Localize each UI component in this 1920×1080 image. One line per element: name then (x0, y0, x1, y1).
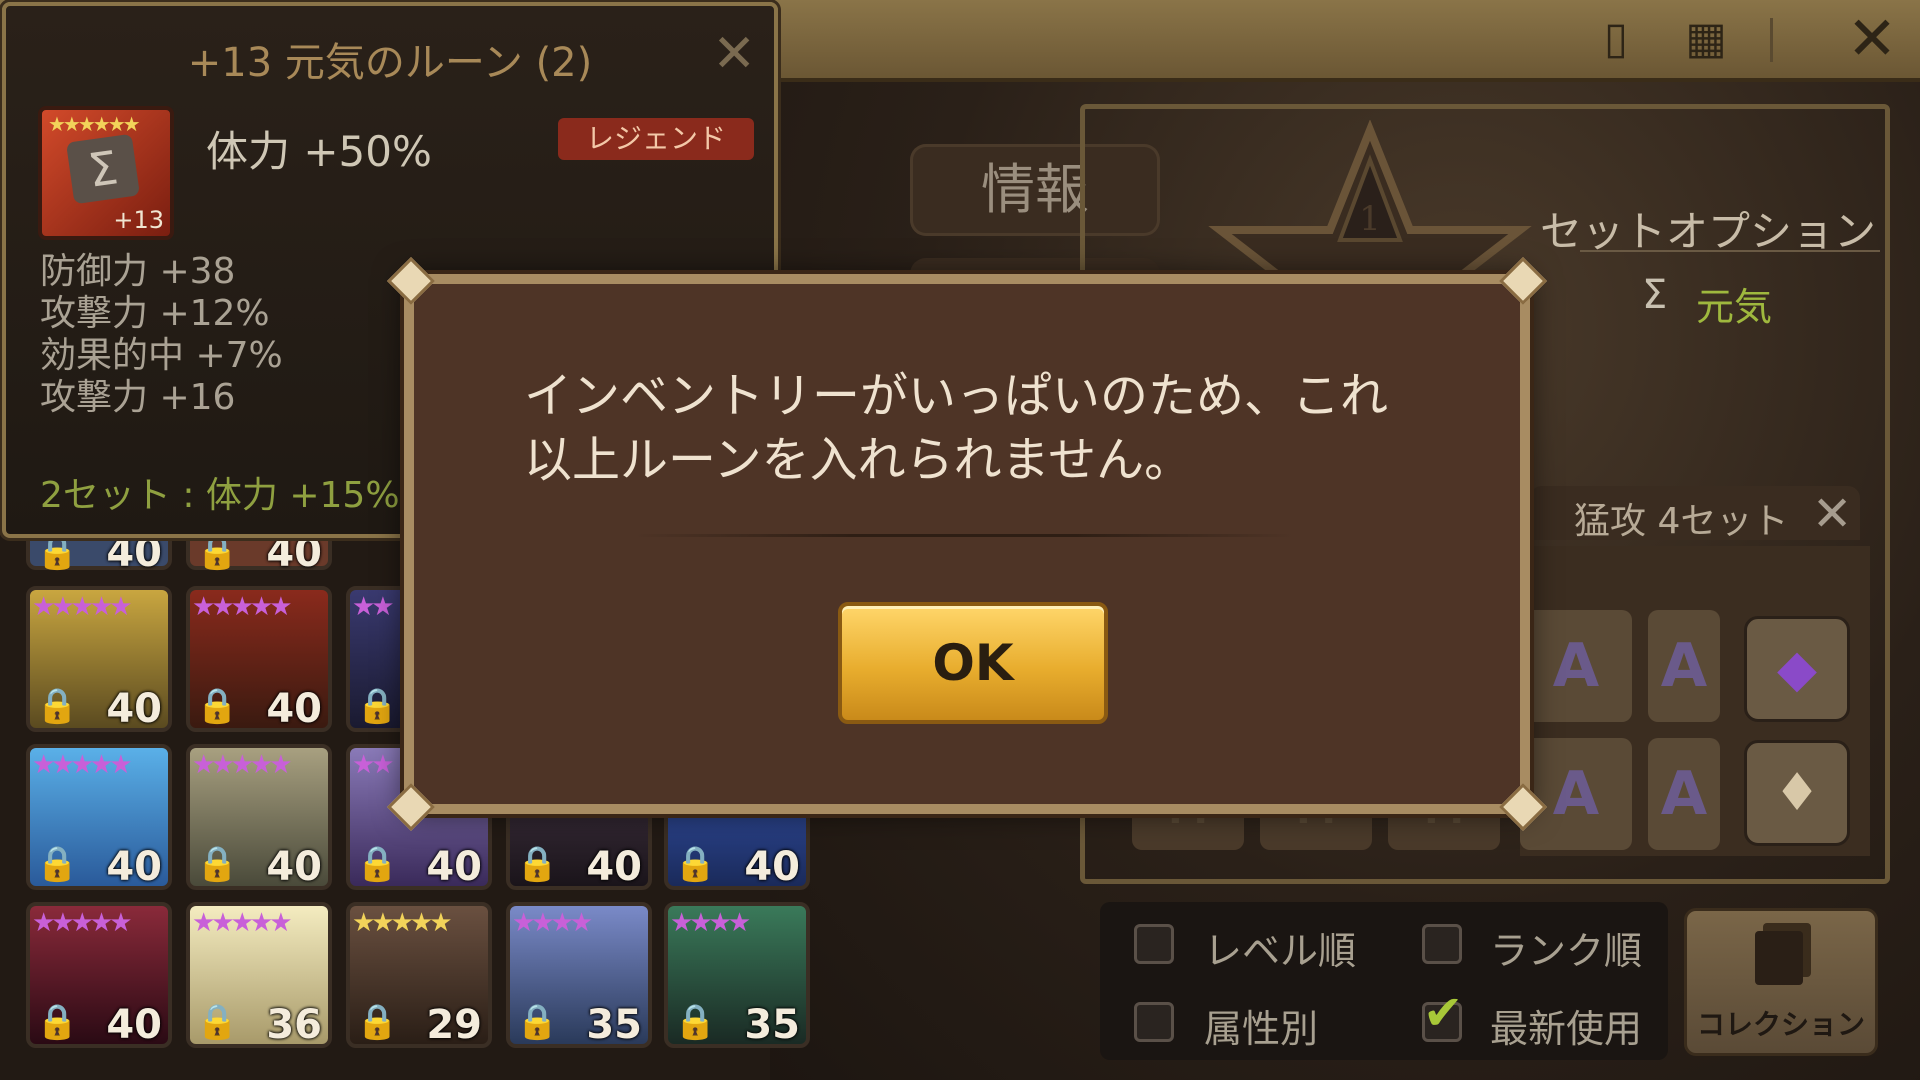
rune-set-bonus: 2セット : 体力 +15% (40, 475, 400, 516)
monster-level: 40 (106, 686, 162, 732)
lock-icon: 🔒 (674, 1002, 717, 1042)
rune-title: +13 元気のルーン (2) (187, 40, 593, 86)
monster-stars: ★★★★★ (192, 592, 293, 622)
energy-rune-glyph-icon: Σ (66, 133, 140, 205)
dialog-message-line: インベントリーがいっぱいのため、これ (524, 368, 1389, 424)
rune-slot-a[interactable]: A (1648, 610, 1720, 722)
monster-card[interactable]: ★★★★ 🔒 35 (664, 902, 810, 1048)
monster-stars: ★★★★★ (192, 908, 293, 938)
rune-stars: ★★★★★★ (48, 112, 141, 136)
svg-text:1: 1 (1359, 199, 1381, 239)
monster-stars: ★★★★★ (32, 750, 133, 780)
lock-icon: 🔒 (36, 686, 79, 726)
ok-button[interactable]: OK (838, 602, 1108, 724)
monster-card[interactable]: ★★★★ 🔒 35 (506, 902, 652, 1048)
rune-bag-icon[interactable]: ♦ (1744, 740, 1850, 846)
dialog-message: インベントリーがいっぱいのため、これ 以上ルーンを入れられません。 (524, 364, 1424, 492)
collection-icon (1755, 931, 1803, 985)
lock-icon: 🔒 (36, 844, 79, 884)
monster-card[interactable]: ★★★★★ 🔒 29 (346, 902, 492, 1048)
close-icon[interactable]: ✕ (712, 24, 756, 84)
set-option-name: 元気 (1696, 285, 1773, 329)
rank-sort-checkbox[interactable] (1422, 924, 1462, 964)
set4-label: 猛攻 4セット (1574, 501, 1789, 542)
close-icon[interactable]: ✕ (1846, 9, 1898, 69)
monster-card[interactable]: ★★★★★ 🔒 36 (186, 902, 332, 1048)
energy-set-icon: Σ (1642, 272, 1668, 318)
monster-level: 36 (266, 1002, 322, 1048)
monster-stars: ★★★★★ (32, 592, 133, 622)
monster-level: 29 (426, 1002, 482, 1048)
lock-icon: 🔒 (196, 532, 239, 572)
monster-level: 35 (586, 1002, 642, 1048)
recent-sort-label[interactable]: 最新使用 (1490, 998, 1642, 1053)
level-sort-checkbox[interactable] (1134, 924, 1174, 964)
lock-icon: 🔒 (196, 686, 239, 726)
lock-icon: 🔒 (356, 1002, 399, 1042)
monster-level: 40 (426, 844, 482, 890)
lock-icon: 🔒 (196, 1002, 239, 1042)
sort-panel: レベル順 ランク順 属性別 ✔ 最新使用 (1100, 902, 1668, 1060)
inventory-full-dialog: インベントリーがいっぱいのため、これ 以上ルーンを入れられません。 OK (386, 256, 1548, 832)
monster-stars: ★★★★★ (352, 908, 453, 938)
rune-icon: ★★★★★★ Σ +13 (38, 106, 174, 240)
set4-close-icon[interactable]: ✕ (1812, 486, 1852, 542)
lock-icon: 🔒 (356, 686, 399, 726)
rarity-badge: レジェンド (558, 118, 754, 160)
monster-level: 40 (106, 844, 162, 890)
rune-slot-a[interactable]: A (1520, 738, 1632, 850)
recent-sort-checkbox[interactable]: ✔ (1422, 985, 1463, 1042)
lock-icon: 🔒 (674, 844, 717, 884)
collection-button[interactable]: コレクション (1684, 908, 1878, 1056)
monster-level: 40 (266, 844, 322, 890)
monster-level: 40 (266, 686, 322, 732)
rune-main-stat: 体力 +50% (206, 127, 432, 176)
level-sort-label[interactable]: レベル順 (1204, 920, 1356, 975)
monster-stars: ★★★★★ (192, 750, 293, 780)
lock-icon: 🔒 (196, 844, 239, 884)
rune-level-badge: +13 (113, 206, 164, 234)
attribute-sort-label[interactable]: 属性別 (1204, 998, 1318, 1053)
monster-card[interactable]: ★★★★★ 🔒 40 (186, 744, 332, 890)
checkmark-icon: ✔ (1423, 985, 1464, 1041)
monster-stars: ★★★★ (670, 908, 751, 938)
rank-sort-label[interactable]: ランク順 (1490, 920, 1642, 975)
dialog-divider (634, 534, 1294, 537)
set-option-underline (1580, 250, 1880, 252)
monster-stars: ★★★★ (512, 908, 593, 938)
toolbar-divider (1770, 18, 1773, 62)
lock-icon: 🔒 (36, 1002, 79, 1042)
monster-stars: ★★ (352, 592, 395, 622)
rune-crystal-icon[interactable]: ◆ (1744, 616, 1850, 722)
rune-slot-a[interactable]: A (1648, 738, 1720, 850)
monster-stars: ★★ (352, 750, 395, 780)
collection-label: コレクション (1696, 1008, 1865, 1041)
lock-icon: 🔒 (356, 844, 399, 884)
monster-card[interactable]: ★★★★★ 🔒 40 (186, 586, 332, 732)
monster-level: 35 (744, 1002, 800, 1048)
rune-slot-a[interactable]: A (1520, 610, 1632, 722)
grid-view-icon[interactable]: ▦ (1680, 14, 1732, 64)
monster-card[interactable]: ★★★★★ 🔒 40 (26, 586, 172, 732)
monster-level: 40 (106, 1002, 162, 1048)
lock-icon: 🔒 (516, 844, 559, 884)
dialog-message-line: 以上ルーンを入れられません。 (524, 432, 1193, 488)
monster-card[interactable]: ★★★★★ 🔒 40 (26, 902, 172, 1048)
monster-level: 40 (744, 844, 800, 890)
lock-icon: 🔒 (36, 532, 79, 572)
monster-level: 40 (586, 844, 642, 890)
monster-card[interactable]: ★★★★★ 🔒 40 (26, 744, 172, 890)
monster-stars: ★★★★★ (32, 908, 133, 938)
lock-icon: 🔒 (516, 1002, 559, 1042)
rune-substat: 攻撃力 +16 (40, 377, 236, 418)
single-view-icon[interactable]: ▯ (1590, 14, 1642, 64)
attribute-sort-checkbox[interactable] (1134, 1002, 1174, 1042)
